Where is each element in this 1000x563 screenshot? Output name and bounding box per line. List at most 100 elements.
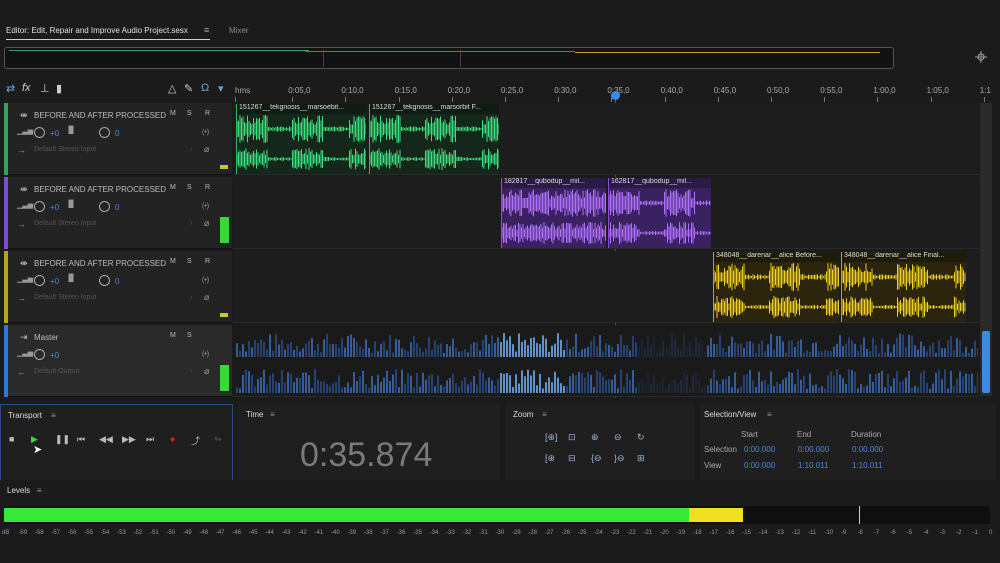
phase-icon[interactable]: ⌀	[204, 144, 209, 155]
loop-icon[interactable]: ⤴	[191, 434, 200, 447]
pan-value[interactable]: 0	[115, 203, 119, 212]
track-name[interactable]: BEFORE AND AFTER PROCESSED	[34, 111, 166, 120]
metronome-icon[interactable]: △	[168, 82, 176, 95]
pan-value[interactable]: 0	[115, 277, 119, 286]
zoom-to-selection-icon[interactable]: }⊖	[614, 453, 625, 464]
pan-knob[interactable]	[99, 201, 110, 212]
input-select[interactable]: Default Stereo Input	[34, 146, 96, 153]
track-lane[interactable]: 348048__darenar__alice Before... 348048__…	[233, 251, 979, 323]
view-start-field[interactable]: 0:00.000	[744, 461, 775, 470]
pan-knob[interactable]	[99, 127, 110, 138]
track-name[interactable]: BEFORE AND AFTER PROCESSED	[34, 259, 166, 268]
rewind-icon[interactable]: ◀◀	[99, 434, 113, 445]
zoom-in-amplitude-icon[interactable]: [⊕]	[545, 432, 558, 443]
audio-clip[interactable]: 182817__qubodup__mil...	[501, 178, 606, 248]
zoom-in-time-icon[interactable]: ⊕	[591, 432, 599, 443]
playhead-handle[interactable]	[611, 91, 620, 100]
send-icon[interactable]: ⊥	[40, 82, 50, 95]
audio-clip[interactable]: 162817__qubodup__mil...	[608, 178, 711, 248]
pan-knob[interactable]	[99, 275, 110, 286]
clip-label[interactable]: 151267__tekgnosis__marsoebit...	[237, 104, 366, 114]
mute-button[interactable]: M	[170, 258, 176, 265]
volume-knob[interactable]	[34, 349, 45, 360]
headphones-icon[interactable]: Ω	[201, 82, 209, 94]
clip-label[interactable]: 348048__darenar__alice Final...	[842, 252, 966, 262]
phase-icon[interactable]: ⌀	[204, 292, 209, 303]
zoom-out-point-icon[interactable]: ⊟	[568, 453, 576, 464]
clip-label[interactable]: 151267__tekgnosis__marsorbit F...	[370, 104, 499, 114]
volume-value[interactable]: +0	[50, 351, 59, 360]
track-header[interactable]: ⇼ BEFORE AND AFTER PROCESSED M S R ▁▃▅ +0 ▐▌ 0 (•…	[4, 103, 232, 175]
record-arm-button[interactable]: R	[205, 110, 210, 117]
mute-button[interactable]: M	[170, 332, 176, 339]
track-name[interactable]: BEFORE AND AFTER PROCESSED	[34, 185, 166, 194]
input-select[interactable]: Default Stereo Input	[34, 294, 96, 301]
skip-icon[interactable]: ↬	[214, 434, 222, 445]
track-header[interactable]: ⇼ BEFORE AND AFTER PROCESSED M S R ▁▃▅ +0 ▐▌ 0 (•…	[4, 177, 232, 249]
input-select[interactable]: Default Stereo Input	[34, 220, 96, 227]
record-icon[interactable]: ●	[170, 434, 175, 444]
solo-button[interactable]: S	[187, 332, 192, 339]
record-arm-button[interactable]: R	[205, 258, 210, 265]
track-lane[interactable]: 182817__qubodup__mil... 162817__qubodup__…	[233, 177, 979, 249]
view-end-field[interactable]: 1:10.011	[798, 461, 829, 470]
solo-button[interactable]: S	[187, 258, 192, 265]
volume-value[interactable]: +0	[50, 277, 59, 286]
pause-icon[interactable]: ❚❚	[55, 434, 70, 445]
pencil-icon[interactable]: ✎	[184, 82, 193, 95]
session-overview[interactable]	[4, 47, 894, 69]
audio-clip[interactable]: 151267__tekgnosis__marsorbit F...	[369, 104, 499, 174]
phase-icon[interactable]: ⌀	[204, 366, 209, 377]
solo-button[interactable]: S	[187, 110, 192, 117]
zoom-selection-icon[interactable]: {⊖	[591, 453, 602, 464]
vertical-scrollbar[interactable]	[980, 103, 992, 396]
fx-icon[interactable]: fx	[22, 82, 31, 94]
zoom-menu-icon[interactable]: ≡	[542, 410, 547, 419]
zoom-tracks-icon[interactable]: ⊞	[637, 453, 645, 464]
track-lane[interactable]	[233, 325, 979, 397]
solo-button[interactable]: S	[187, 184, 192, 191]
pin-icon[interactable]: ▾	[218, 82, 224, 95]
zoom-navigator-icon[interactable]	[975, 51, 989, 65]
switch-icon[interactable]: ⇄	[6, 82, 15, 95]
time-menu-icon[interactable]: ≡	[270, 410, 275, 419]
volume-knob[interactable]	[34, 201, 45, 212]
audio-clip[interactable]: 348048__darenar__alice Final...	[841, 252, 966, 322]
audio-clip[interactable]: 348048__darenar__alice Before...	[713, 252, 839, 322]
stop-icon[interactable]: ■	[9, 434, 14, 444]
selection-menu-icon[interactable]: ≡	[767, 410, 772, 419]
levels-menu-icon[interactable]: ≡	[37, 486, 42, 495]
time-ruler[interactable]: hms 0:05,0 0:10,0 0:15,0 0:20,0 0:25,0 0:30,0 0…	[233, 82, 991, 102]
scrollbar-thumb[interactable]	[982, 331, 990, 393]
zoom-out-time-icon[interactable]: ⊖	[614, 432, 622, 443]
mute-button[interactable]: M	[170, 110, 176, 117]
volume-knob[interactable]	[34, 275, 45, 286]
track-name[interactable]: Master	[34, 333, 58, 342]
tab-menu-icon[interactable]: ≡	[204, 25, 209, 35]
track-lane[interactable]: 151267__tekgnosis__marsoebit... 151267__t…	[233, 103, 979, 175]
clip-label[interactable]: 162817__qubodup__mil...	[609, 178, 711, 188]
fast-forward-icon[interactable]: ▶▶	[122, 434, 136, 445]
track-header[interactable]: ⇼ BEFORE AND AFTER PROCESSED M S R ▁▃▅ +0 ▐▌ 0 (•…	[4, 251, 232, 323]
selection-duration-field[interactable]: 0:00.000	[852, 445, 883, 454]
selection-end-field[interactable]: 0:00.000	[798, 445, 829, 454]
go-start-icon[interactable]: ⏮	[77, 434, 85, 445]
volume-value[interactable]: +0	[50, 129, 59, 138]
track-header[interactable]: ⇥ Master M S ▁▃▅ +0 (•) ← Default Output › ⌀	[4, 325, 232, 397]
volume-knob[interactable]	[34, 127, 45, 138]
zoom-in-point-icon[interactable]: [⊕	[545, 453, 555, 464]
tab-mixer[interactable]: Mixer	[229, 26, 249, 35]
eq-icon[interactable]: ▮	[56, 82, 62, 95]
volume-value[interactable]: +0	[50, 203, 59, 212]
view-duration-field[interactable]: 1:10.011	[852, 461, 883, 470]
go-end-icon[interactable]: ⏭	[146, 434, 154, 445]
zoom-out-amplitude-icon[interactable]: ⊡	[568, 432, 576, 443]
pan-value[interactable]: 0	[115, 129, 119, 138]
selection-start-field[interactable]: 0:00.000	[744, 445, 775, 454]
record-arm-button[interactable]: R	[205, 184, 210, 191]
output-select[interactable]: Default Output	[34, 368, 79, 375]
transport-menu-icon[interactable]: ≡	[51, 411, 56, 420]
mute-button[interactable]: M	[170, 184, 176, 191]
clip-label[interactable]: 348048__darenar__alice Before...	[714, 252, 839, 262]
audio-clip[interactable]: 151267__tekgnosis__marsoebit...	[236, 104, 366, 174]
